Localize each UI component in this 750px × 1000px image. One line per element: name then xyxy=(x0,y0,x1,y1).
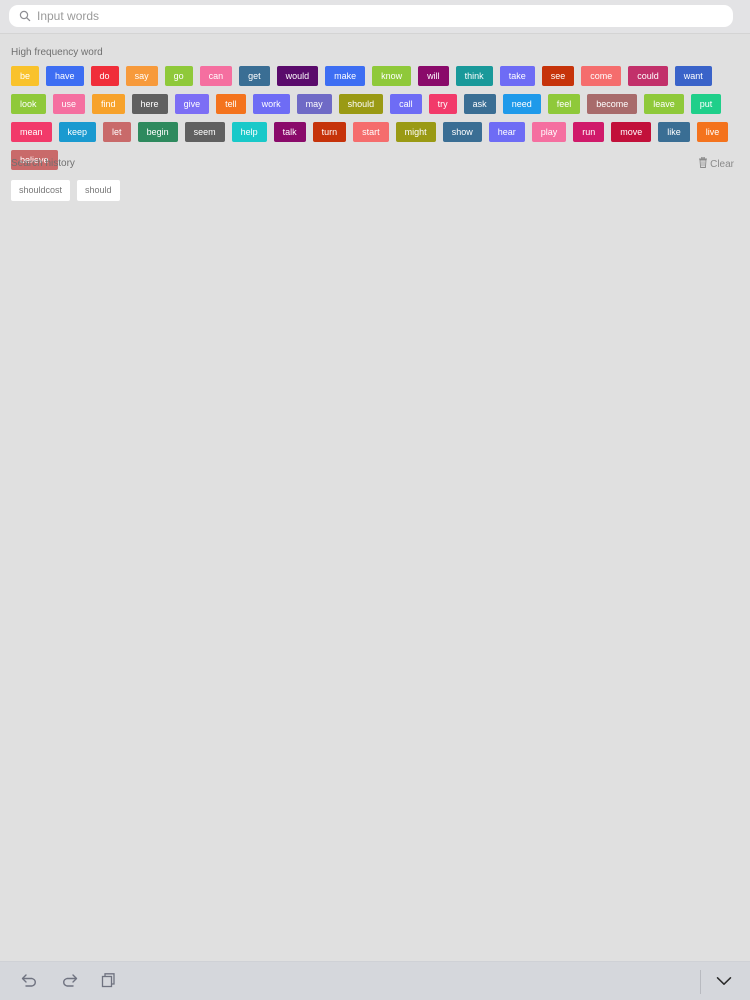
word-tag-do[interactable]: do xyxy=(90,66,119,86)
word-tag-here[interactable]: here xyxy=(131,94,168,114)
word-tag-ask[interactable]: ask xyxy=(463,94,496,114)
word-tag-be[interactable]: be xyxy=(11,66,40,86)
word-tag-come[interactable]: come xyxy=(581,66,622,86)
redo-icon xyxy=(60,973,78,992)
word-tag-run[interactable]: run xyxy=(573,122,605,142)
word-tag-could[interactable]: could xyxy=(628,66,668,86)
chevron-down-icon xyxy=(716,973,732,991)
word-tag-try[interactable]: try xyxy=(428,94,457,114)
word-tag-keep[interactable]: keep xyxy=(58,122,97,142)
word-tag-go[interactable]: go xyxy=(164,66,193,86)
word-tag-play[interactable]: play xyxy=(531,122,567,142)
word-tag-let[interactable]: let xyxy=(103,122,131,142)
word-tag-use[interactable]: use xyxy=(52,94,86,114)
word-tag-find[interactable]: find xyxy=(92,94,125,114)
word-tag-begin[interactable]: begin xyxy=(137,122,178,142)
search-history-title: Search history xyxy=(11,158,75,169)
word-tag-see[interactable]: see xyxy=(541,66,575,86)
word-tag-give[interactable]: give xyxy=(174,94,210,114)
copy-button[interactable] xyxy=(97,971,119,993)
copy-icon xyxy=(100,972,116,993)
word-tag-get[interactable]: get xyxy=(239,66,270,86)
word-tag-should[interactable]: should xyxy=(338,94,384,114)
word-tag-can[interactable]: can xyxy=(199,66,233,86)
search-history-list: shouldcost should xyxy=(11,180,120,201)
word-tag-like[interactable]: like xyxy=(658,122,690,142)
word-tag-start[interactable]: start xyxy=(353,122,389,142)
word-tag-help[interactable]: help xyxy=(231,122,267,142)
word-tag-put[interactable]: put xyxy=(690,94,722,114)
word-tag-take[interactable]: take xyxy=(499,66,535,86)
dismiss-keyboard-button[interactable] xyxy=(713,971,735,993)
toolbar-divider xyxy=(700,970,701,994)
redo-button[interactable] xyxy=(58,971,80,993)
word-tag-become[interactable]: become xyxy=(587,94,638,114)
word-tag-might[interactable]: might xyxy=(395,122,436,142)
high-frequency-title: High frequency word xyxy=(11,47,103,58)
word-tag-think[interactable]: think xyxy=(455,66,493,86)
undo-button[interactable] xyxy=(19,971,41,993)
word-tag-live[interactable]: live xyxy=(696,122,729,142)
search-bar xyxy=(0,0,750,34)
search-icon xyxy=(14,5,36,27)
history-item[interactable]: shouldcost xyxy=(11,180,71,201)
word-tag-hear[interactable]: hear xyxy=(488,122,525,142)
clear-history-button[interactable]: Clear xyxy=(698,156,734,171)
word-tag-tell[interactable]: tell xyxy=(216,94,246,114)
word-tag-may[interactable]: may xyxy=(296,94,332,114)
word-tag-know[interactable]: know xyxy=(372,66,412,86)
undo-icon xyxy=(21,973,39,992)
word-tag-move[interactable]: move xyxy=(611,122,652,142)
word-tag-call[interactable]: call xyxy=(390,94,422,114)
word-tag-say[interactable]: say xyxy=(125,66,158,86)
clear-label: Clear xyxy=(710,158,734,170)
word-tag-would[interactable]: would xyxy=(276,66,319,86)
bottom-toolbar xyxy=(0,961,750,1000)
word-tag-show[interactable]: show xyxy=(442,122,482,142)
word-tag-leave[interactable]: leave xyxy=(644,94,684,114)
word-tag-will[interactable]: will xyxy=(418,66,449,86)
search-input[interactable] xyxy=(36,6,716,26)
word-tag-turn[interactable]: turn xyxy=(312,122,347,142)
word-tag-want[interactable]: want xyxy=(674,66,712,86)
trash-icon xyxy=(698,156,708,171)
word-tag-have[interactable]: have xyxy=(46,66,84,86)
word-tag-talk[interactable]: talk xyxy=(273,122,306,142)
word-tag-feel[interactable]: feel xyxy=(547,94,581,114)
search-box[interactable] xyxy=(9,5,733,27)
history-item[interactable]: should xyxy=(77,180,120,201)
word-tag-look[interactable]: look xyxy=(11,94,46,114)
word-tag-work[interactable]: work xyxy=(252,94,290,114)
word-tag-make[interactable]: make xyxy=(325,66,366,86)
word-tag-seem[interactable]: seem xyxy=(184,122,225,142)
word-tag-mean[interactable]: mean xyxy=(11,122,52,142)
word-tag-need[interactable]: need xyxy=(502,94,541,114)
word-tag-list: be have do say go can get would make know will thin… xyxy=(11,66,741,170)
